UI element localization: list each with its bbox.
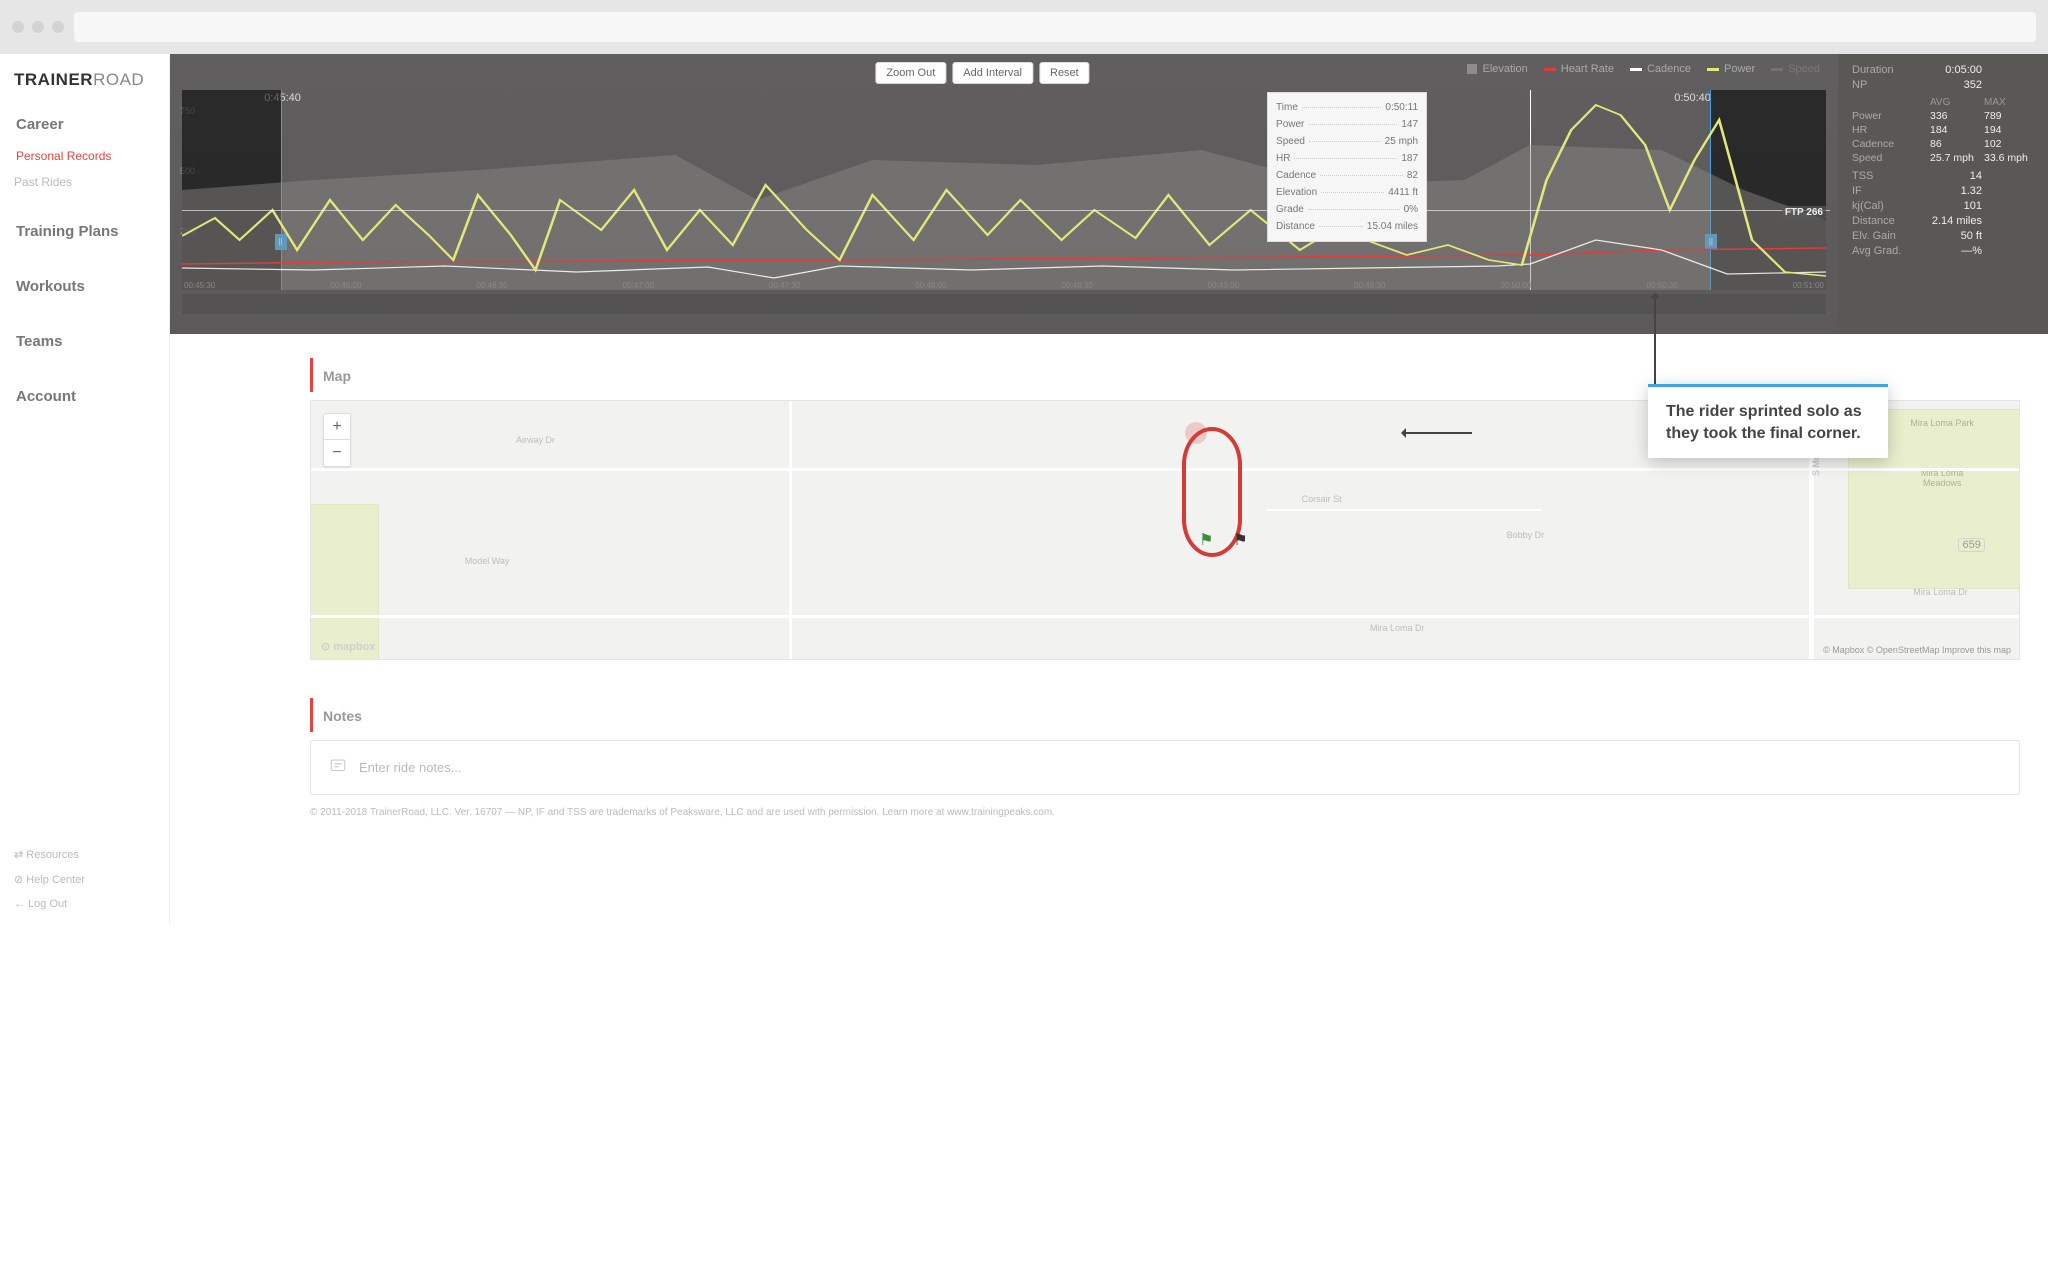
stat-np: 352 <box>1964 79 1982 91</box>
url-bar[interactable] <box>74 12 2036 42</box>
reset-button[interactable]: Reset <box>1039 62 1090 84</box>
x-axis-ticks: 00:45:3000:46:0000:46:30 00:47:0000:47:3… <box>182 281 1826 290</box>
legend-power[interactable]: Power <box>1707 63 1755 75</box>
nav-workouts[interactable]: Workouts <box>0 268 169 305</box>
dot-close[interactable] <box>12 21 24 33</box>
legend-elevation[interactable]: Elevation <box>1467 63 1527 75</box>
road-label: Mira Loma Dr <box>1370 623 1425 633</box>
notes-placeholder: Enter ride notes... <box>359 760 462 775</box>
road-label: Bobby Dr <box>1507 530 1545 540</box>
chart-tooltip: Time0:50:11 Power147 Speed25 mph HR187 C… <box>1267 92 1427 242</box>
callout-arrow-up <box>1654 294 1656 384</box>
footer-text: © 2011-2018 TrainerRoad, LLC. Ver. 16707… <box>310 795 2020 822</box>
legend-speed[interactable]: Speed <box>1771 63 1820 75</box>
map-attribution[interactable]: © Mapbox © OpenStreetMap Improve this ma… <box>1823 645 2011 655</box>
road-label: Corsair St <box>1302 494 1342 504</box>
browser-chrome <box>0 0 2048 54</box>
logo-light: ROAD <box>93 70 144 89</box>
callout-arrow-left <box>1402 432 1472 434</box>
main: Zoom Out Add Interval Reset Elevation He… <box>170 54 2048 924</box>
chart-area[interactable]: Zoom Out Add Interval Reset Elevation He… <box>170 54 1838 334</box>
start-flag-icon: ⚑ <box>1199 530 1213 550</box>
stat-np-label: NP <box>1852 79 1867 91</box>
road-label: Airway Dr <box>516 435 555 445</box>
section-notes-heading: Notes <box>310 698 2020 732</box>
zoom-out-button[interactable]: − <box>324 440 350 466</box>
nav-career[interactable]: Career <box>0 106 169 143</box>
overview-track[interactable] <box>182 294 1826 314</box>
nav-past-rides[interactable]: Past Rides <box>0 169 169 195</box>
notes-input[interactable]: Enter ride notes... <box>310 740 2020 795</box>
mapbox-logo: ⊙ mapbox <box>321 640 375 653</box>
nav-help[interactable]: ⊘ Help Center <box>14 867 155 892</box>
sidebar: TRAINERROAD Career Personal Records Past… <box>0 54 170 924</box>
finish-flag-icon: ⚑ <box>1233 530 1247 550</box>
chart-svg <box>182 90 1826 290</box>
nav-teams[interactable]: Teams <box>0 323 169 360</box>
col-max: MAX <box>1984 97 2034 108</box>
add-interval-button[interactable]: Add Interval <box>952 62 1033 84</box>
ftp-line <box>182 210 1830 211</box>
legend-hr[interactable]: Heart Rate <box>1544 63 1614 75</box>
chart-legend: Elevation Heart Rate Cadence Power Speed <box>1467 63 1820 75</box>
map-zoom: + − <box>323 413 351 467</box>
zoom-out-button[interactable]: Zoom Out <box>875 62 946 84</box>
notes-icon <box>329 757 347 778</box>
col-avg: AVG <box>1930 97 1978 108</box>
nav-resources[interactable]: ⇄ Resources <box>14 842 155 867</box>
window-dots <box>12 21 64 33</box>
chart-controls: Zoom Out Add Interval Reset <box>875 62 1089 84</box>
ftp-label: FTP 266 <box>1782 206 1826 219</box>
stat-duration-label: Duration <box>1852 64 1894 76</box>
stat-duration: 0:05:00 <box>1945 64 1982 76</box>
nav-logout[interactable]: ← Log Out <box>14 892 155 916</box>
chart-panel: Zoom Out Add Interval Reset Elevation He… <box>170 54 2048 334</box>
nav-personal-records[interactable]: Personal Records <box>0 143 169 169</box>
annotation-callout: The rider sprinted solo as they took the… <box>1648 384 1888 458</box>
dot-max[interactable] <box>52 21 64 33</box>
logo: TRAINERROAD <box>0 70 169 106</box>
chart-body[interactable]: 0:45:40 0:50:40 750 500 250 <box>182 90 1826 290</box>
stats-panel: Duration0:05:00 NP352 AVGMAX Power336789… <box>1838 54 2048 334</box>
road-label: Mira Loma Dr <box>1913 587 1968 597</box>
nav-training-plans[interactable]: Training Plans <box>0 213 169 250</box>
track-highlight-dot <box>1185 422 1207 444</box>
sidebar-footer: ⇄ Resources ⊘ Help Center ← Log Out <box>0 842 169 916</box>
dot-min[interactable] <box>32 21 44 33</box>
legend-cadence[interactable]: Cadence <box>1630 63 1691 75</box>
zoom-in-button[interactable]: + <box>324 414 350 440</box>
road-label: Model Way <box>465 556 510 566</box>
logo-bold: TRAINER <box>14 70 93 89</box>
nav-account[interactable]: Account <box>0 378 169 415</box>
